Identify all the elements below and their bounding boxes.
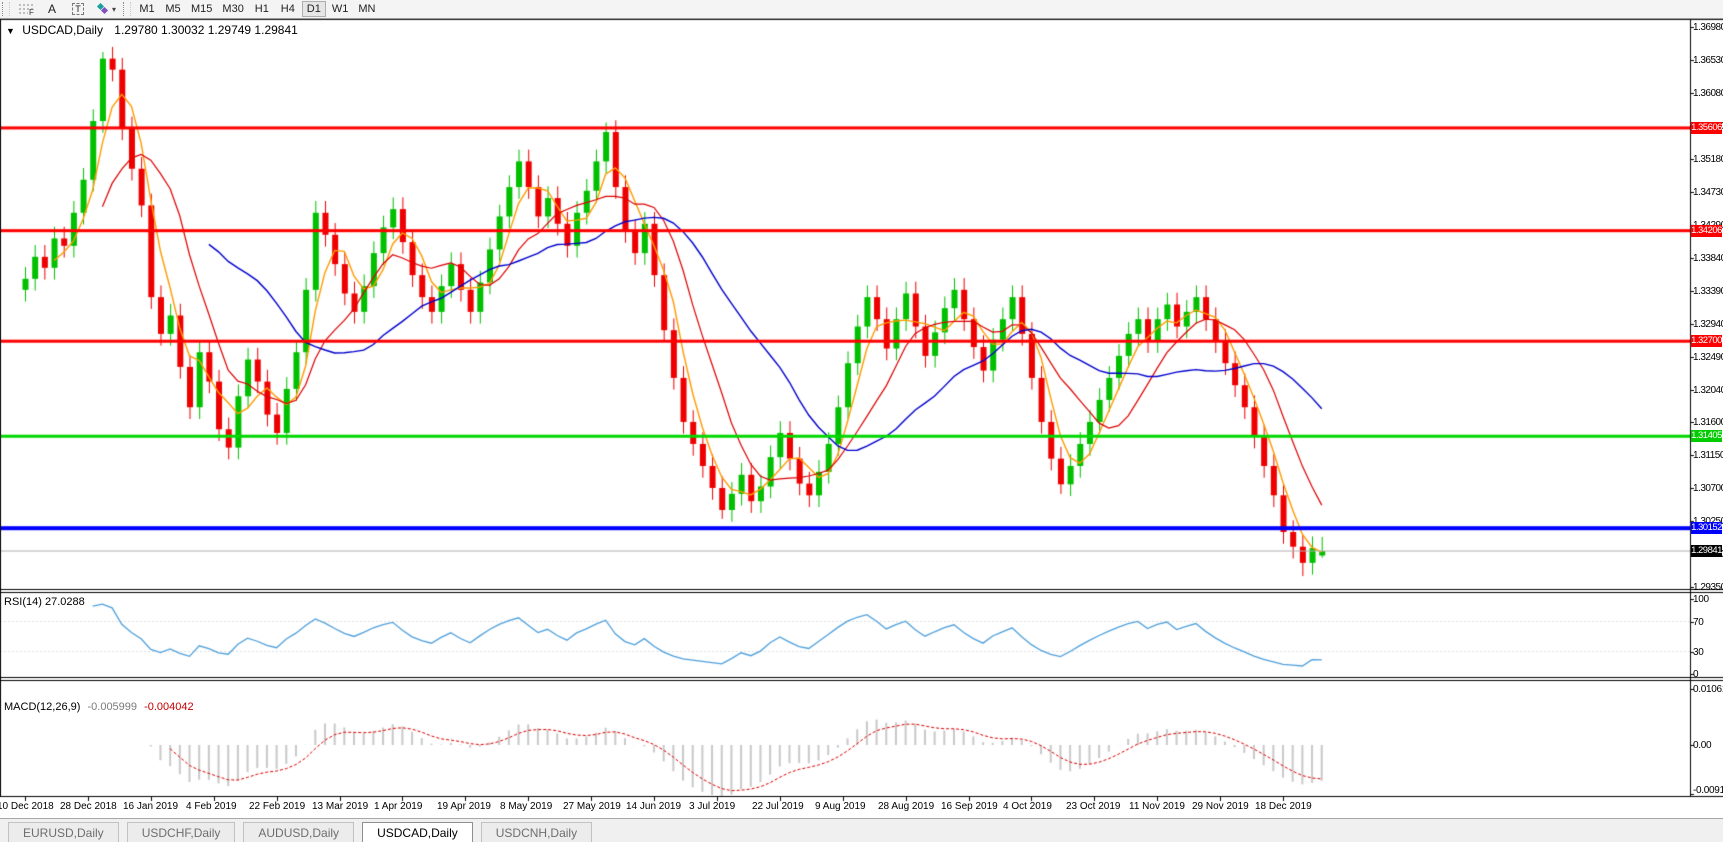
- timeframe-d1-button[interactable]: D1: [302, 1, 326, 17]
- y-axis-tick-label: 1.36080: [1693, 88, 1723, 99]
- price-chart-canvas[interactable]: [0, 0, 1723, 812]
- date-axis-label: 27 May 2019: [563, 801, 621, 812]
- timeframe-w1-button[interactable]: W1: [328, 1, 353, 17]
- date-axis-label: 3 Jul 2019: [689, 801, 735, 812]
- timeframe-m30-button[interactable]: M30: [218, 1, 247, 17]
- tab-usdcnh-daily[interactable]: USDCNH,Daily: [481, 822, 592, 842]
- date-axis-label: 9 Aug 2019: [815, 801, 866, 812]
- macd-tick-label: 0.010615: [1693, 684, 1723, 695]
- timeframe-h4-button[interactable]: H4: [276, 1, 300, 17]
- macd-tick-label: -0.00918: [1693, 785, 1723, 796]
- chart-header: ▼ USDCAD,Daily 1.29780 1.30032 1.29749 1…: [6, 23, 298, 37]
- date-axis-label: 22 Feb 2019: [249, 801, 305, 812]
- y-axis-tick-label: 1.36530: [1693, 55, 1723, 66]
- date-axis-label: 29 Nov 2019: [1192, 801, 1249, 812]
- date-axis-label: 11 Nov 2019: [1129, 801, 1185, 812]
- text-label-icon: T: [72, 3, 84, 15]
- tab-usdchf-daily[interactable]: USDCHF,Daily: [127, 822, 236, 842]
- date-axis-label: 19 Apr 2019: [437, 801, 491, 812]
- rsi-tick-label: 30: [1693, 647, 1723, 658]
- date-axis-label: 4 Oct 2019: [1003, 801, 1052, 812]
- price-level-badge-1-34206: 1.34206: [1691, 225, 1722, 237]
- macd-main-value: -0.005999: [87, 701, 137, 713]
- price-level-badge-1-35606: 1.35606: [1691, 122, 1722, 134]
- date-axis-label: 18 Dec 2019: [1255, 801, 1312, 812]
- chart-menu-arrow-icon[interactable]: ▼: [6, 26, 15, 36]
- y-axis-tick-label: 1.34730: [1693, 187, 1723, 198]
- text-label-tool-button[interactable]: T: [66, 1, 90, 17]
- text-icon: A: [48, 2, 56, 16]
- arrows-icon: [96, 3, 110, 15]
- date-axis-label: 13 Mar 2019: [312, 801, 368, 812]
- chart-tabs-bar: EURUSD,Daily USDCHF,Daily AUDUSD,Daily USDC…: [0, 818, 1723, 842]
- arrows-tool-button[interactable]: ▾: [92, 1, 120, 17]
- price-level-badge-1-31405: 1.31405: [1691, 430, 1722, 442]
- y-axis-tick-label: 1.33390: [1693, 286, 1723, 297]
- macd-signal-value: -0.004042: [144, 701, 194, 713]
- toolbar: F A T ▾ M1 M5 M15 M30 H1 H4 D1 W1 MN: [0, 0, 1723, 19]
- y-axis-tick-label: 1.36980: [1693, 22, 1723, 33]
- y-axis-tick-label: 1.31150: [1693, 450, 1723, 461]
- tab-audusd-daily[interactable]: AUDUSD,Daily: [243, 822, 354, 842]
- y-axis-tick-label: 1.35180: [1693, 154, 1723, 165]
- arrows-dropdown-caret: ▾: [112, 5, 116, 14]
- macd-label: MACD(12,26,9) -0.005999 -0.004042: [4, 701, 194, 713]
- toolbar-grip2[interactable]: [123, 2, 131, 16]
- date-axis-label: 22 Jul 2019: [752, 801, 804, 812]
- date-axis-label: 14 Jun 2019: [626, 801, 681, 812]
- timeframe-mn-button[interactable]: MN: [354, 1, 379, 17]
- symbol-period-label: USDCAD,Daily: [22, 23, 103, 37]
- timeframe-h1-button[interactable]: H1: [250, 1, 274, 17]
- timeframe-m15-button[interactable]: M15: [187, 1, 216, 17]
- macd-tick-label: 0.00: [1693, 740, 1723, 751]
- date-axis-label: 23 Oct 2019: [1066, 801, 1120, 812]
- fibonacci-tool-button[interactable]: F: [14, 1, 38, 17]
- y-axis-tick-label: 1.29350: [1693, 582, 1723, 593]
- date-axis-label: 10 Dec 2018: [0, 801, 54, 812]
- tab-usdcad-daily[interactable]: USDCAD,Daily: [362, 822, 473, 842]
- y-axis-tick-label: 1.30700: [1693, 483, 1723, 494]
- ohlc-values: 1.29780 1.30032 1.29749 1.29841: [114, 23, 298, 37]
- y-axis-tick-label: 1.33840: [1693, 253, 1723, 264]
- rsi-tick-label: 70: [1693, 617, 1723, 628]
- date-axis-label: 4 Feb 2019: [186, 801, 237, 812]
- price-level-badge-1-32700: 1.32700: [1691, 335, 1722, 347]
- y-axis-tick-label: 1.31600: [1693, 417, 1723, 428]
- fibonacci-icon: F: [18, 3, 34, 15]
- timeframe-m5-button[interactable]: M5: [161, 1, 185, 17]
- macd-name: MACD(12,26,9): [4, 701, 80, 713]
- mt4-window: F A T ▾ M1 M5 M15 M30 H1 H4 D1 W1 MN ▼ U…: [0, 0, 1723, 842]
- y-axis-tick-label: 1.32040: [1693, 385, 1723, 396]
- text-tool-button[interactable]: A: [40, 1, 64, 17]
- date-axis-label: 8 May 2019: [500, 801, 552, 812]
- y-axis-tick-label: 1.32940: [1693, 319, 1723, 330]
- toolbar-grip[interactable]: [2, 2, 10, 16]
- rsi-tick-label: 100: [1693, 594, 1723, 605]
- price-level-badge-1-29841: 1.29841: [1691, 545, 1722, 557]
- date-axis-label: 16 Jan 2019: [123, 801, 178, 812]
- date-axis-label: 1 Apr 2019: [374, 801, 422, 812]
- timeframe-m1-button[interactable]: M1: [135, 1, 159, 17]
- date-axis-label: 28 Aug 2019: [878, 801, 934, 812]
- date-axis-label: 28 Dec 2018: [60, 801, 117, 812]
- svg-text:F: F: [29, 8, 34, 15]
- rsi-tick-label: 0: [1693, 669, 1723, 680]
- y-axis-tick-label: 1.32490: [1693, 352, 1723, 363]
- rsi-label: RSI(14) 27.0288: [4, 596, 85, 608]
- tab-eurusd-daily[interactable]: EURUSD,Daily: [8, 822, 119, 842]
- date-axis-label: 16 Sep 2019: [941, 801, 998, 812]
- price-level-badge-1-30152: 1.30152: [1691, 522, 1722, 534]
